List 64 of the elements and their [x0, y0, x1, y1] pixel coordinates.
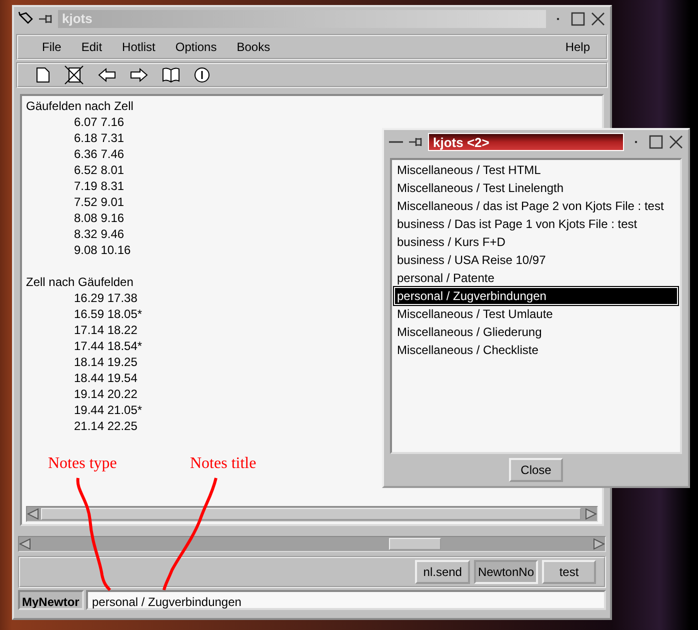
timetable-line: 8.08 9.16 [74, 210, 124, 226]
scroll-left-icon[interactable] [27, 508, 39, 520]
hotlist-button[interactable]: NewtonNo [474, 560, 538, 584]
section-heading: Gäufelden nach Zell [26, 98, 134, 114]
scrollbar-thumb[interactable] [41, 508, 581, 520]
menu-item[interactable]: Books [226, 38, 280, 56]
timetable-line: 17.14 18.22 [74, 322, 138, 338]
timetable-line: 16.59 18.05* [74, 306, 142, 322]
timetable-line: 6.07 7.16 [74, 114, 124, 130]
window-title: kjots [58, 10, 546, 28]
note-title-field[interactable]: personal / Zugverbindungen [86, 590, 606, 610]
info-icon[interactable] [194, 67, 210, 83]
timetable-line: 6.18 7.31 [74, 130, 124, 146]
menu-item[interactable]: Hotlist [112, 38, 166, 56]
list-item[interactable]: Miscellaneous / Gliederung [394, 323, 678, 341]
timetable-line: 6.36 7.46 [74, 146, 124, 162]
scroll-right-icon[interactable] [585, 508, 597, 520]
close-icon[interactable] [668, 134, 684, 150]
close-button[interactable]: Close [509, 458, 563, 482]
forward-arrow-icon[interactable] [130, 68, 148, 82]
list-item[interactable]: Miscellaneous / das ist Page 2 von Kjots File : test [394, 197, 678, 215]
maximize-icon[interactable] [570, 11, 586, 27]
menu-item[interactable]: Options [165, 38, 227, 56]
annotation-label: Notes title [190, 454, 256, 474]
timetable-line: 8.32 9.46 [74, 226, 124, 242]
list-item[interactable]: business / USA Reise 10/97 [394, 251, 678, 269]
menu-item[interactable]: Edit [71, 38, 112, 56]
list-item[interactable]: personal / Zugverbindungen [394, 287, 678, 305]
timetable-line: 18.44 19.54 [74, 370, 138, 386]
delete-page-icon[interactable] [64, 65, 84, 85]
horizontal-scrollbar[interactable] [26, 506, 598, 522]
annotation-label: Notes type [48, 454, 117, 474]
scroll-left-icon[interactable] [19, 538, 31, 550]
window-title: kjots <2> [428, 133, 624, 151]
hotlist-button[interactable]: nl.send [415, 560, 470, 584]
book-icon[interactable] [162, 67, 180, 83]
timetable-line: 19.44 21.05* [74, 402, 142, 418]
list-item[interactable]: Miscellaneous / Test Linelength [394, 179, 678, 197]
timetable-line: 16.29 17.38 [74, 290, 138, 306]
horizontal-scrollbar[interactable] [18, 536, 606, 552]
timetable-line: 7.19 8.31 [74, 178, 124, 194]
list-item[interactable]: Miscellaneous / Test HTML [394, 161, 678, 179]
scroll-right-icon[interactable] [593, 538, 605, 550]
menu-item[interactable]: File [32, 38, 72, 56]
new-page-icon[interactable] [36, 67, 50, 83]
list-item[interactable]: Miscellaneous / Test Umlaute [394, 305, 678, 323]
scrollbar-thumb[interactable] [389, 538, 441, 550]
menu-item[interactable]: Help [555, 38, 600, 56]
hotlist-button[interactable]: test [542, 560, 596, 584]
close-icon[interactable] [590, 11, 606, 27]
timetable-line: 9.08 10.16 [74, 242, 131, 258]
timetable-line: 17.44 18.54* [74, 338, 142, 354]
timetable-line: 18.14 19.25 [74, 354, 138, 370]
timetable-line: 19.14 20.22 [74, 386, 138, 402]
section-heading: Zell nach Gäufelden [26, 274, 134, 290]
list-item[interactable]: business / Kurs F+D [394, 233, 678, 251]
list-item[interactable]: personal / Patente [394, 269, 678, 287]
maximize-icon[interactable] [648, 134, 664, 150]
timetable-line: 21.14 22.25 [74, 418, 138, 434]
timetable-line: 6.52 8.01 [74, 162, 124, 178]
list-item[interactable]: Miscellaneous / Checkliste [394, 341, 678, 359]
timetable-line: 7.52 9.01 [74, 194, 124, 210]
back-arrow-icon[interactable] [98, 68, 116, 82]
list-item[interactable]: business / Das ist Page 1 von Kjots File : test [394, 215, 678, 233]
